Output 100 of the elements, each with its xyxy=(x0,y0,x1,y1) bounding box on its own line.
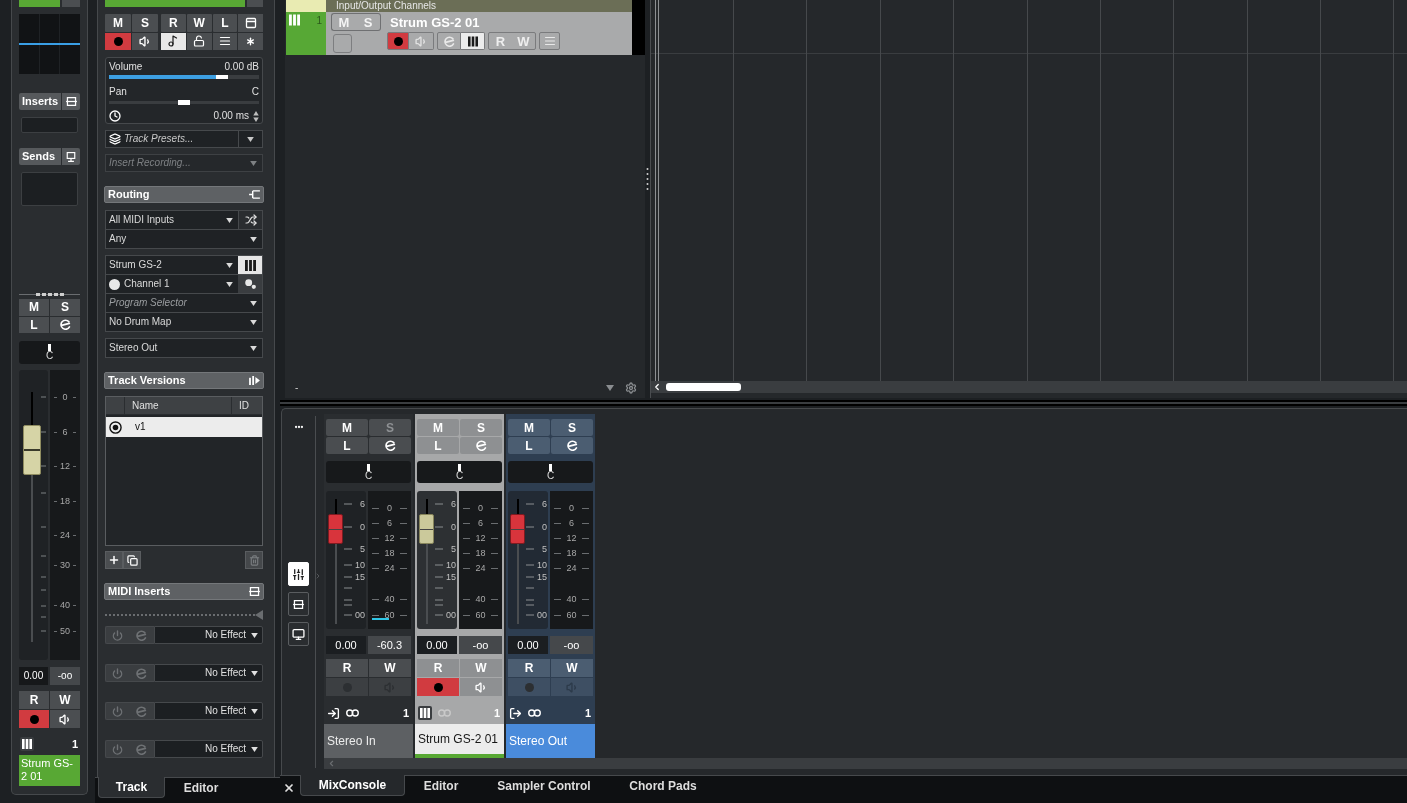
spinner-arrows-icon[interactable] xyxy=(253,110,259,122)
lock-button[interactable] xyxy=(186,32,212,50)
monitor-button[interactable] xyxy=(132,32,158,50)
channel-name: Stereo In xyxy=(324,724,413,758)
write-button[interactable]: W xyxy=(369,659,411,677)
write-button[interactable]: W xyxy=(551,659,593,677)
tab[interactable]: MixConsole xyxy=(300,775,405,796)
tab[interactable]: Track xyxy=(98,777,165,798)
sends-panel-button[interactable] xyxy=(62,148,80,165)
edit-button[interactable] xyxy=(551,437,593,454)
tab[interactable]: Editor xyxy=(165,777,237,798)
dropdown[interactable]: Stereo Out xyxy=(106,339,262,357)
resize-handle[interactable] xyxy=(19,293,80,297)
dots-button[interactable] xyxy=(238,275,262,293)
track-versions-header[interactable]: Track Versions xyxy=(104,372,264,389)
fader-handle[interactable] xyxy=(419,514,434,544)
record-button[interactable] xyxy=(105,32,131,50)
listen-button[interactable]: L xyxy=(212,14,238,32)
read-button[interactable]: R xyxy=(508,659,550,677)
horizontal-scrollbar[interactable] xyxy=(651,381,1407,393)
panel-button[interactable] xyxy=(238,14,263,32)
pan-slider-thumb[interactable] xyxy=(178,100,190,105)
instrument-editor-button[interactable] xyxy=(461,32,485,50)
add-version-button[interactable] xyxy=(105,551,123,569)
peak-value: -oo xyxy=(550,636,593,654)
splitter-handle[interactable] xyxy=(646,168,649,190)
fader-handle[interactable] xyxy=(328,514,343,544)
piano-keys-icon xyxy=(467,35,478,47)
track-toggle-box[interactable] xyxy=(333,34,352,53)
tab[interactable]: Editor xyxy=(405,775,477,796)
column-header[interactable]: Name xyxy=(125,397,231,414)
faders-tool-button[interactable] xyxy=(288,562,309,586)
inserts-button[interactable]: Inserts xyxy=(19,93,61,110)
listen-button[interactable]: L xyxy=(508,437,550,454)
pan-control[interactable]: C xyxy=(508,461,593,483)
mute-button[interactable]: M xyxy=(19,299,49,316)
record-button[interactable] xyxy=(417,678,459,696)
column-header[interactable]: ID xyxy=(231,397,262,414)
pan-control[interactable]: C xyxy=(417,461,502,483)
edit-button[interactable] xyxy=(369,437,411,454)
delay-value-field[interactable]: 0.00 ms xyxy=(213,111,249,121)
insert-slot-dropdown[interactable]: No Effect xyxy=(154,740,263,758)
write-button[interactable]: W xyxy=(186,14,212,32)
monitor-tool-button[interactable] xyxy=(288,622,309,646)
read-button[interactable]: R xyxy=(326,659,368,677)
lanes-button[interactable] xyxy=(212,32,238,50)
sends-button[interactable]: Sends xyxy=(19,148,61,165)
close-icon[interactable] xyxy=(283,782,295,794)
listen-button[interactable]: L xyxy=(326,437,368,454)
dropdown[interactable]: Any xyxy=(106,230,262,248)
scale-label: 15 xyxy=(446,573,456,582)
pan-value: C xyxy=(251,87,259,97)
solo-button[interactable]: S xyxy=(132,14,158,32)
mute-button[interactable]: M xyxy=(326,419,368,436)
pan-control[interactable]: C xyxy=(19,341,80,364)
edit-button[interactable] xyxy=(50,316,80,333)
solo-button[interactable]: S xyxy=(551,419,593,436)
insert-slot-dropdown[interactable]: No Effect xyxy=(154,626,263,644)
monitor-button[interactable] xyxy=(50,710,80,728)
tab[interactable]: Sampler Control xyxy=(477,775,611,796)
volume-value-field[interactable]: 0.00 xyxy=(19,667,48,685)
listen-button[interactable]: L xyxy=(19,316,49,333)
freeze-button[interactable] xyxy=(238,32,263,50)
read-button[interactable]: R xyxy=(161,14,186,32)
insert-slot-dropdown[interactable]: No Effect xyxy=(154,702,263,720)
solo-button[interactable]: S xyxy=(50,299,80,316)
pan-control[interactable]: C xyxy=(326,461,411,483)
record-button[interactable] xyxy=(387,32,409,50)
write-button[interactable]: W xyxy=(50,691,80,709)
record-button[interactable] xyxy=(19,710,49,728)
instrument-dropdown[interactable]: Strum GS-2 xyxy=(106,256,238,274)
version-row[interactable]: v1 xyxy=(106,417,262,437)
chevron-left-icon[interactable] xyxy=(652,382,662,392)
scrollbar-thumb[interactable] xyxy=(666,383,741,391)
volume-value-field[interactable]: 0.00 xyxy=(508,636,548,654)
mute-button[interactable]: M xyxy=(508,419,550,436)
volume-slider-thumb[interactable] xyxy=(215,75,228,79)
inserts-panel-button[interactable] xyxy=(62,93,80,110)
midi-inserts-header[interactable]: MIDI Inserts xyxy=(104,583,264,600)
dropdown[interactable]: No Drum Map xyxy=(106,313,262,331)
horizontal-scrollbar[interactable] xyxy=(324,758,1407,769)
volume-slider[interactable] xyxy=(109,75,259,79)
insert-slot-dropdown[interactable]: No Effect xyxy=(154,664,263,682)
note-button[interactable] xyxy=(161,32,186,50)
volume-value-field[interactable]: 0.00 xyxy=(326,636,366,654)
fader-handle[interactable] xyxy=(23,424,41,475)
routing-header[interactable]: Routing xyxy=(104,186,264,203)
volume-value-field[interactable]: 0.00 xyxy=(417,636,457,654)
folder-track-name: Input/Output Channels xyxy=(326,0,632,12)
midi-channel-dropdown[interactable]: Channel 1 xyxy=(106,275,238,293)
read-button[interactable]: R xyxy=(19,691,49,709)
instrument-editor-button[interactable] xyxy=(238,256,262,274)
track-presets-field[interactable]: Track Presets... xyxy=(105,130,263,148)
inserts-tool-button[interactable] xyxy=(288,592,309,616)
duplicate-version-button[interactable] xyxy=(123,551,141,569)
settings-icon[interactable] xyxy=(625,382,637,394)
fader-handle[interactable] xyxy=(510,514,525,544)
tab[interactable]: Chord Pads xyxy=(611,775,715,796)
program-dropdown[interactable]: Program Selector xyxy=(106,294,262,312)
mute-button[interactable]: M xyxy=(105,14,131,32)
